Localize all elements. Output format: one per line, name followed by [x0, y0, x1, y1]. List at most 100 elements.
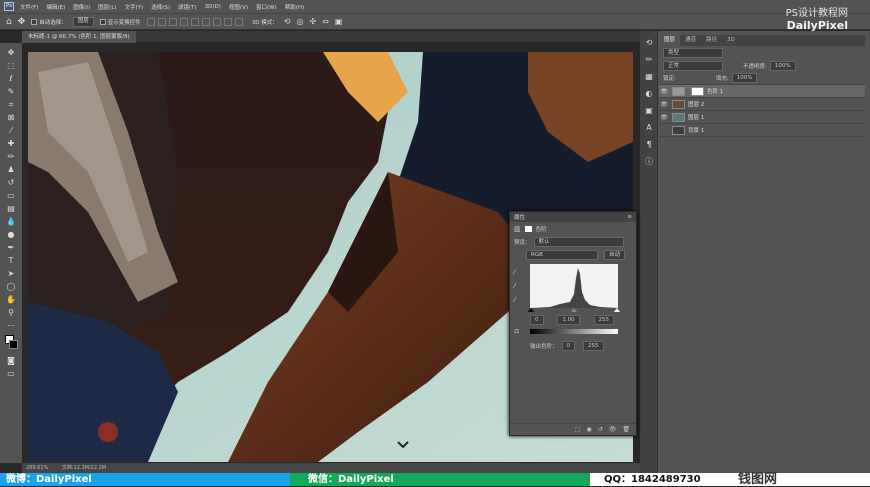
- view-previous-icon[interactable]: ◉: [586, 426, 591, 433]
- clip-to-layer-icon[interactable]: ⬚: [575, 426, 581, 433]
- white-eyedropper-icon[interactable]: ⁄: [514, 296, 515, 304]
- menu-view[interactable]: 视图(V): [229, 3, 248, 11]
- auto-select-checkbox[interactable]: 自动选择：: [31, 18, 67, 26]
- input-white-field[interactable]: 255: [593, 315, 614, 325]
- input-gamma-field[interactable]: 1.00: [557, 315, 580, 325]
- drag-3d-icon[interactable]: ✣: [309, 17, 316, 26]
- zoom-readout[interactable]: 289.61%: [26, 465, 48, 471]
- quick-mask-icon[interactable]: ◙: [4, 355, 18, 366]
- output-white-field[interactable]: 255: [583, 341, 604, 351]
- dodge-tool-icon[interactable]: ●: [4, 229, 18, 240]
- layer-row[interactable]: 👁 色阶 1: [659, 85, 865, 98]
- visibility-eye-icon[interactable]: 👁: [659, 127, 669, 134]
- panel-menu-icon[interactable]: ≡: [627, 214, 632, 220]
- visibility-eye-icon[interactable]: 👁: [659, 101, 669, 108]
- channel-select[interactable]: RGB: [526, 250, 598, 260]
- distribute-3-icon[interactable]: [234, 17, 243, 26]
- color-swatches-icon[interactable]: [4, 333, 18, 353]
- align-right-icon[interactable]: [168, 17, 177, 26]
- marquee-tool-icon[interactable]: ⬚: [4, 60, 18, 71]
- zoom-tool-icon[interactable]: ⚲: [4, 307, 18, 318]
- layer-row[interactable]: 👁 图层 1: [659, 111, 865, 124]
- frame-tool-icon[interactable]: ⊠: [4, 112, 18, 123]
- layer-row[interactable]: 👁 背景 1: [659, 124, 865, 137]
- roll-3d-icon[interactable]: ◎: [297, 17, 304, 26]
- target-select[interactable]: 图层: [72, 16, 94, 27]
- swatches-panel-icon[interactable]: ▦: [642, 71, 656, 82]
- quick-select-tool-icon[interactable]: ✎: [4, 86, 18, 97]
- black-eyedropper-icon[interactable]: ⁄: [514, 268, 515, 276]
- gamma-handle[interactable]: [571, 308, 577, 312]
- fill-input[interactable]: 100%: [731, 73, 758, 83]
- slide-3d-icon[interactable]: ⇔: [322, 17, 329, 26]
- path-select-tool-icon[interactable]: ➤: [4, 268, 18, 279]
- type-tool-icon[interactable]: T: [4, 255, 18, 266]
- visibility-eye-icon[interactable]: 👁: [659, 114, 669, 121]
- reset-icon[interactable]: ↺: [598, 426, 603, 433]
- gray-eyedropper-icon[interactable]: ⁄: [514, 282, 515, 290]
- menu-filter[interactable]: 滤镜(T): [178, 3, 197, 11]
- home-icon[interactable]: ⌂: [6, 17, 12, 27]
- eyedropper-tool-icon[interactable]: ⁄: [4, 125, 18, 136]
- history-panel-icon[interactable]: ⟲: [642, 37, 656, 48]
- menu-select[interactable]: 选择(S): [151, 3, 170, 11]
- menu-file[interactable]: 文件(F): [20, 3, 38, 11]
- show-transform-checkbox[interactable]: 显示变换控件: [99, 18, 141, 26]
- rotate-3d-icon[interactable]: ⟲: [284, 17, 291, 26]
- brush-panel-icon[interactable]: ✏: [642, 54, 656, 65]
- layer-filter-select[interactable]: 类型: [663, 47, 723, 58]
- menu-layer[interactable]: 图层(L): [98, 3, 116, 11]
- history-brush-tool-icon[interactable]: ↺: [4, 177, 18, 188]
- healing-tool-icon[interactable]: ✚: [4, 138, 18, 149]
- menu-window[interactable]: 窗口(W): [256, 3, 277, 11]
- tab-layers[interactable]: 图层: [659, 35, 681, 46]
- shape-tool-icon[interactable]: ◯: [4, 281, 18, 292]
- align-left-icon[interactable]: [146, 17, 155, 26]
- hand-tool-icon[interactable]: ✋: [4, 294, 18, 305]
- document-tab[interactable]: 未标题-1 @ 66.7% (色阶 1, 图层蒙版/8): [22, 31, 136, 43]
- menu-edit[interactable]: 编辑(E): [46, 3, 65, 11]
- move-tool-icon[interactable]: ✥: [18, 17, 26, 27]
- opacity-input[interactable]: 100%: [769, 60, 796, 71]
- input-black-field[interactable]: 0: [530, 315, 544, 325]
- crop-tool-icon[interactable]: ⌗: [4, 99, 18, 110]
- menu-3d[interactable]: 3D(D): [205, 4, 221, 10]
- styles-panel-icon[interactable]: ▣: [642, 105, 656, 116]
- paragraph-panel-icon[interactable]: ¶: [642, 139, 656, 150]
- mask-icon[interactable]: [524, 226, 532, 232]
- adjustments-panel-icon[interactable]: ◐: [642, 88, 656, 99]
- white-point-handle[interactable]: [614, 308, 620, 312]
- layer-row[interactable]: 👁 图层 2: [659, 98, 865, 111]
- lasso-tool-icon[interactable]: ℓ: [4, 73, 18, 84]
- move-tool-icon[interactable]: ✥: [4, 47, 18, 58]
- distribute-2-icon[interactable]: [223, 17, 232, 26]
- screen-mode-icon[interactable]: ▭: [4, 368, 18, 379]
- align-top-icon[interactable]: [179, 17, 188, 26]
- layer-mask-thumb[interactable]: [691, 86, 704, 96]
- gradient-tool-icon[interactable]: ▤: [4, 203, 18, 214]
- brush-tool-icon[interactable]: ✏: [4, 151, 18, 162]
- visibility-eye-icon[interactable]: 👁: [659, 88, 669, 95]
- black-point-handle[interactable]: [528, 308, 534, 312]
- tab-paths[interactable]: 路径: [701, 35, 722, 46]
- delete-icon[interactable]: 🗑: [622, 426, 630, 433]
- tab-3d[interactable]: 3D: [722, 35, 740, 46]
- align-bottom-icon[interactable]: [201, 17, 210, 26]
- output-black-field[interactable]: 0: [561, 341, 576, 351]
- auto-button[interactable]: 自动: [604, 250, 626, 260]
- character-panel-icon[interactable]: A: [642, 122, 656, 133]
- preset-select[interactable]: 默认: [533, 237, 624, 247]
- distribute-icon[interactable]: [212, 17, 221, 26]
- stamp-tool-icon[interactable]: ♟: [4, 164, 18, 175]
- align-center-icon[interactable]: [157, 17, 166, 26]
- input-slider[interactable]: [528, 308, 620, 313]
- blur-tool-icon[interactable]: 💧: [4, 216, 18, 227]
- menu-help[interactable]: 帮助(H): [285, 3, 304, 11]
- toggle-visibility-icon[interactable]: 👁: [609, 426, 617, 433]
- pen-tool-icon[interactable]: ✒: [4, 242, 18, 253]
- tab-channels[interactable]: 通道: [680, 35, 701, 46]
- menu-image[interactable]: 图像(I): [73, 3, 90, 11]
- eraser-tool-icon[interactable]: ▭: [4, 190, 18, 201]
- menu-type[interactable]: 文字(Y): [125, 3, 144, 11]
- scale-3d-icon[interactable]: ▣: [335, 17, 343, 26]
